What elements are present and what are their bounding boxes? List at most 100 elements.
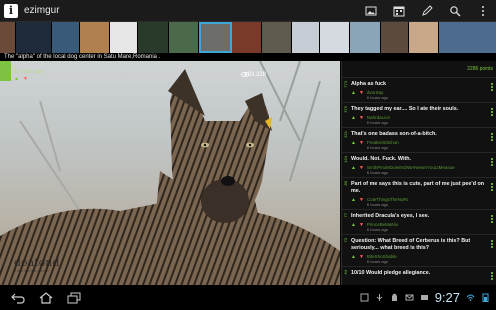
comment-more-icon[interactable]	[491, 83, 493, 91]
gallery-icon[interactable]	[364, 4, 378, 18]
comment-item[interactable]: 376 They tagged my ear.... So I ate their…	[342, 102, 496, 127]
comment-meta: ▲ ▼ BiteShoShable 6 hours ago	[351, 254, 486, 264]
gallery-thumbnail[interactable]	[0, 22, 16, 53]
comment-points: 73	[343, 238, 348, 243]
comment-item[interactable]: 73 Question: What Breed of Cerberus is th…	[342, 234, 496, 266]
comment-more-icon[interactable]	[491, 272, 493, 280]
comment-time: 6 hours ago	[366, 227, 389, 232]
comment-text: Alpha as fuck	[351, 81, 387, 87]
search-icon[interactable]	[448, 4, 462, 18]
image-stats: 12 hours ago ▲ ▼	[14, 69, 43, 82]
overflow-menu-icon[interactable]	[476, 4, 490, 18]
photographer-watermark: doatond PHOTOGRAPHY	[14, 256, 59, 273]
comment-downvote-icon[interactable]: ▼	[359, 197, 364, 203]
gallery-thumbnail[interactable]	[232, 22, 262, 53]
calendar-icon[interactable]	[392, 4, 406, 18]
comment-meta: ▲ ▼ dvorSay 6 hours ago	[351, 90, 486, 100]
status-area[interactable]: 9:27	[360, 285, 490, 310]
comment-downvote-icon[interactable]: ▼	[359, 115, 364, 121]
edit-icon[interactable]	[420, 4, 434, 18]
comment-meta: ▲ ▼ SmthPinoleDoesNOWANewerYouLtMeasue 6 ho…	[351, 165, 486, 175]
message-icon	[420, 293, 429, 302]
gallery-thumbnail[interactable]	[409, 22, 439, 53]
main-image[interactable]: 12 hours ago ▲ ▼ 493,228 doatond PHOTOGR…	[0, 61, 340, 285]
comment-item[interactable]: 773 Alpha as fuck ▲ ▼ dvorSay 6 hours ago	[342, 77, 496, 102]
comment-downvote-icon[interactable]: ▼	[359, 165, 364, 171]
comment-downvote-icon[interactable]: ▼	[359, 254, 364, 260]
comment-points: 77	[343, 213, 348, 218]
gallery-thumbnail[interactable]	[199, 22, 232, 53]
comment-points: 64	[343, 270, 348, 275]
comment-meta: ▲ ▼ FreakerStitchon 6 hours ago	[351, 140, 486, 150]
comment-text: Inherited Dracula's eyes, I see.	[351, 213, 430, 219]
comment-more-icon[interactable]	[491, 158, 493, 166]
comment-item[interactable]: 89 Part of me says this is cute, part of …	[342, 177, 496, 209]
comment-upvote-icon[interactable]: ▲	[351, 165, 356, 171]
comment-text: 10/10 Would pledge allegiance.	[351, 270, 431, 276]
comment-time: 6 hours ago	[366, 170, 389, 175]
recent-apps-icon[interactable]	[66, 290, 82, 306]
watermark-text: doatond	[14, 256, 60, 269]
comment-time: 6 hours ago	[366, 202, 389, 207]
comment-time: 6 hours ago	[366, 259, 389, 264]
comment-item[interactable]: 321 That's one badass son-of-a-bitch. ▲ ▼ Fr…	[342, 127, 496, 152]
comment-downvote-icon[interactable]: ▼	[359, 222, 364, 228]
comment-upvote-icon[interactable]: ▲	[351, 254, 356, 260]
comment-list: 773 Alpha as fuck ▲ ▼ dvorSay 6 hours ago 376 T…	[342, 77, 496, 280]
gallery-thumbnail[interactable]	[52, 22, 80, 53]
comment-points: 164	[343, 156, 348, 163]
android-icon	[390, 293, 399, 302]
gallery-thumbnail[interactable]	[262, 22, 292, 53]
comment-more-icon[interactable]	[491, 108, 493, 116]
upvote-icon[interactable]: ▲	[14, 76, 19, 82]
image-caption: The "alpha" of the local dog center in S…	[0, 53, 496, 61]
downvote-icon[interactable]: ▼	[23, 76, 28, 82]
comment-item[interactable]: 64 10/10 Would pledge allegiance.	[342, 266, 496, 280]
gallery-thumbnail-strip[interactable]	[0, 22, 496, 53]
comment-more-icon[interactable]	[491, 240, 493, 248]
gallery-thumbnail[interactable]	[320, 22, 350, 53]
comment-downvote-icon[interactable]: ▼	[359, 140, 364, 146]
comment-meta: ▲ ▼ CuteThingsTheNoRt 6 hours ago	[351, 197, 486, 207]
gallery-thumbnail[interactable]	[292, 22, 320, 53]
home-icon[interactable]	[38, 290, 54, 306]
comment-text: Question: What Breed of Cerberus is this…	[351, 238, 471, 251]
comment-item[interactable]: 77 Inherited Dracula's eyes, I see. ▲ ▼ Prin…	[342, 209, 496, 234]
system-nav-bar: 9:27	[0, 285, 496, 310]
mail-icon	[405, 293, 414, 302]
gallery-thumbnail[interactable]	[110, 22, 138, 53]
comment-downvote-icon[interactable]: ▼	[359, 90, 364, 96]
usb-icon	[375, 293, 384, 302]
app-title: ezimgur	[24, 5, 60, 16]
gallery-thumbnail[interactable]	[350, 22, 381, 53]
action-bar: i ezimgur	[0, 0, 496, 22]
comment-more-icon[interactable]	[491, 183, 493, 191]
comment-upvote-icon[interactable]: ▲	[351, 222, 356, 228]
gallery-thumbnail[interactable]	[138, 22, 169, 53]
dog-photo	[0, 61, 340, 285]
clock: 9:27	[434, 290, 460, 305]
image-side-tab[interactable]	[0, 61, 11, 81]
comment-upvote-icon[interactable]: ▲	[351, 140, 356, 146]
gallery-thumbnail[interactable]	[381, 22, 409, 53]
comment-time: 6 hours ago	[366, 120, 389, 125]
comment-time: 6 hours ago	[366, 145, 389, 150]
comment-time: 6 hours ago	[366, 95, 389, 100]
view-count: 493,228	[241, 72, 266, 78]
comment-item[interactable]: 164 Would. Not. Fuck. With. ▲ ▼ SmthPinoleDo…	[342, 152, 496, 177]
gallery-thumbnail[interactable]	[439, 22, 496, 53]
comment-upvote-icon[interactable]: ▲	[351, 90, 356, 96]
gallery-thumbnail[interactable]	[80, 22, 110, 53]
comment-upvote-icon[interactable]: ▲	[351, 197, 356, 203]
back-icon[interactable]	[10, 290, 26, 306]
gallery-thumbnail[interactable]	[169, 22, 199, 53]
gallery-thumbnail[interactable]	[16, 22, 52, 53]
action-buttons	[364, 0, 490, 22]
app-logo-icon[interactable]: i	[4, 3, 18, 18]
comment-points: 376	[343, 106, 348, 113]
battery-icon	[481, 293, 490, 302]
comment-more-icon[interactable]	[491, 215, 493, 223]
comment-points: 321	[343, 131, 348, 138]
comment-more-icon[interactable]	[491, 133, 493, 141]
comment-upvote-icon[interactable]: ▲	[351, 115, 356, 121]
